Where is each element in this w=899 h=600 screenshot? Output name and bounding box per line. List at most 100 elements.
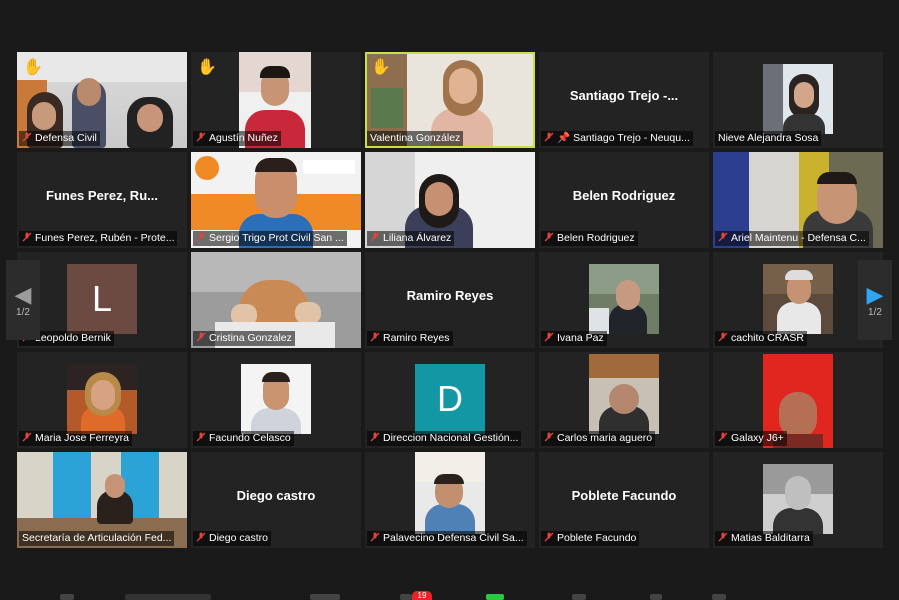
- pin-icon: 📌: [557, 132, 571, 144]
- muted-mic-icon: [370, 232, 380, 242]
- chat-badge: 19: [412, 591, 432, 600]
- participant-name-label: Defensa Civil: [19, 131, 100, 146]
- muted-mic-icon: [22, 432, 32, 442]
- mute-icon[interactable]: [60, 594, 74, 600]
- participant-tile[interactable]: Secretaría de Articulación Fed...: [17, 452, 187, 548]
- meeting-toolbar: 19: [0, 584, 899, 600]
- participant-tile[interactable]: Ivana Paz: [539, 252, 709, 348]
- chevron-left-icon: ◀: [14, 281, 32, 307]
- participant-tile[interactable]: ✋ Defensa Civil: [17, 52, 187, 148]
- participant-tile[interactable]: Diego castro Diego castro: [191, 452, 361, 548]
- participant-display-name: Poblete Facundo: [571, 488, 677, 503]
- muted-mic-icon: [544, 232, 554, 242]
- muted-mic-icon: [196, 532, 206, 542]
- more-icon[interactable]: [712, 594, 726, 600]
- muted-mic-icon: [544, 432, 554, 442]
- participant-tile[interactable]: Santiago Trejo -... 📌 Santiago Trejo - Ne…: [539, 52, 709, 148]
- security-icon[interactable]: [310, 594, 340, 600]
- participant-tile[interactable]: Funes Perez, Ru... Funes Perez, Rubén - …: [17, 152, 187, 248]
- participant-name-label: Direccion Nacional Gestión...: [367, 431, 522, 446]
- prev-page-button[interactable]: ◀ 1/2: [6, 260, 40, 340]
- participant-name-label: Carlos maria aguero: [541, 431, 656, 446]
- participant-avatar: L: [67, 264, 137, 334]
- participant-tile[interactable]: Galaxy J6+: [713, 352, 883, 448]
- participant-video: [763, 464, 833, 534]
- participant-tile[interactable]: Liliana Álvarez: [365, 152, 535, 248]
- participant-tile[interactable]: Facundo Celasco: [191, 352, 361, 448]
- participant-video: [67, 364, 137, 434]
- participant-name-label: 📌 Santiago Trejo - Neuqu...: [541, 131, 693, 146]
- muted-mic-icon: [196, 432, 206, 442]
- page-indicator: 1/2: [868, 306, 882, 318]
- muted-mic-icon: [196, 132, 206, 142]
- participant-name-label: Ariel Maintenu - Defensa C...: [715, 231, 869, 246]
- muted-mic-icon: [196, 232, 206, 242]
- participant-name-label: Valentina González: [367, 131, 464, 146]
- muted-mic-icon: [718, 332, 728, 342]
- reactions-icon[interactable]: [650, 594, 662, 600]
- raised-hand-icon: ✋: [23, 59, 43, 76]
- participant-tile[interactable]: Nieve Alejandra Sosa: [713, 52, 883, 148]
- participant-name-label: Ramiro Reyes: [367, 331, 453, 346]
- participant-tile[interactable]: Maria Jose Ferreyra: [17, 352, 187, 448]
- video-icon[interactable]: [125, 594, 211, 600]
- next-page-button[interactable]: ▶ 1/2: [858, 260, 892, 340]
- muted-mic-icon: [370, 332, 380, 342]
- muted-mic-icon: [718, 232, 728, 242]
- share-screen-icon[interactable]: [486, 594, 504, 600]
- participant-video: [589, 264, 659, 334]
- participant-tile[interactable]: Cristina Gonzalez: [191, 252, 361, 348]
- muted-mic-icon: [370, 432, 380, 442]
- participant-name-label: Cristina Gonzalez: [193, 331, 295, 346]
- participant-tile[interactable]: Matias Balditarra: [713, 452, 883, 548]
- participant-name-label: Galaxy J6+: [715, 431, 787, 446]
- participant-display-name: Belen Rodriguez: [572, 188, 676, 203]
- participant-tile[interactable]: ✋ Agustín Nuñez: [191, 52, 361, 148]
- participant-name-label: Funes Perez, Rubén - Prote...: [19, 231, 178, 246]
- participant-name-label: Maria Jose Ferreyra: [19, 431, 132, 446]
- record-icon[interactable]: [572, 594, 586, 600]
- muted-mic-icon: [544, 332, 554, 342]
- participant-tile[interactable]: Carlos maria aguero: [539, 352, 709, 448]
- participant-tile[interactable]: Poblete Facundo Poblete Facundo: [539, 452, 709, 548]
- participant-display-name: Diego castro: [236, 488, 316, 503]
- participant-name-label: Agustín Nuñez: [193, 131, 281, 146]
- participant-name-label: Belen Rodriguez: [541, 231, 638, 246]
- raised-hand-icon: ✋: [371, 59, 391, 76]
- participant-display-name: Funes Perez, Ru...: [46, 188, 158, 203]
- muted-mic-icon: [718, 432, 728, 442]
- raised-hand-icon: ✋: [197, 59, 217, 76]
- chevron-right-icon: ▶: [866, 281, 884, 307]
- participant-name-label: Liliana Álvarez: [367, 231, 455, 246]
- participant-display-name: Ramiro Reyes: [406, 288, 494, 303]
- muted-mic-icon: [718, 532, 728, 542]
- participant-video: [763, 64, 833, 134]
- participant-name-label: Sergio Trigo Prot Civil San ...: [193, 231, 347, 246]
- page-indicator: 1/2: [16, 306, 30, 318]
- participant-name-label: cachito CRASR: [715, 331, 807, 346]
- participant-name-label: Poblete Facundo: [541, 531, 640, 546]
- participant-tile[interactable]: Ramiro Reyes Ramiro Reyes: [365, 252, 535, 348]
- participant-name-label: Diego castro: [193, 531, 271, 546]
- participant-name-label: Ivana Paz: [541, 331, 607, 346]
- participant-name-label: Facundo Celasco: [193, 431, 294, 446]
- participant-tile[interactable]: Sergio Trigo Prot Civil San ...: [191, 152, 361, 248]
- participant-video: [241, 364, 311, 434]
- participant-avatar: D: [415, 364, 485, 434]
- participant-tile[interactable]: D Direccion Nacional Gestión...: [365, 352, 535, 448]
- participant-display-name: Santiago Trejo -...: [569, 88, 679, 103]
- participant-name-label: Palavecino Defensa Civil Sa...: [367, 531, 527, 546]
- participant-tile-active-speaker[interactable]: ✋ Valentina González: [365, 52, 535, 148]
- participant-video: [589, 354, 659, 434]
- participant-tile[interactable]: Belen Rodriguez Belen Rodriguez: [539, 152, 709, 248]
- participant-tile[interactable]: Palavecino Defensa Civil Sa...: [365, 452, 535, 548]
- participant-tile[interactable]: Ariel Maintenu - Defensa C...: [713, 152, 883, 248]
- muted-mic-icon: [544, 532, 554, 542]
- gallery-grid: ✋ Defensa Civil ✋ Agustín Nuñez ✋ Valent…: [17, 52, 883, 548]
- muted-mic-icon: [22, 232, 32, 242]
- participant-tile[interactable]: L Leopoldo Bernik: [17, 252, 187, 348]
- participant-video: [415, 452, 485, 534]
- participants-icon[interactable]: [400, 594, 412, 600]
- participant-name-label: Secretaría de Articulación Fed...: [19, 531, 175, 546]
- muted-mic-icon: [22, 132, 32, 142]
